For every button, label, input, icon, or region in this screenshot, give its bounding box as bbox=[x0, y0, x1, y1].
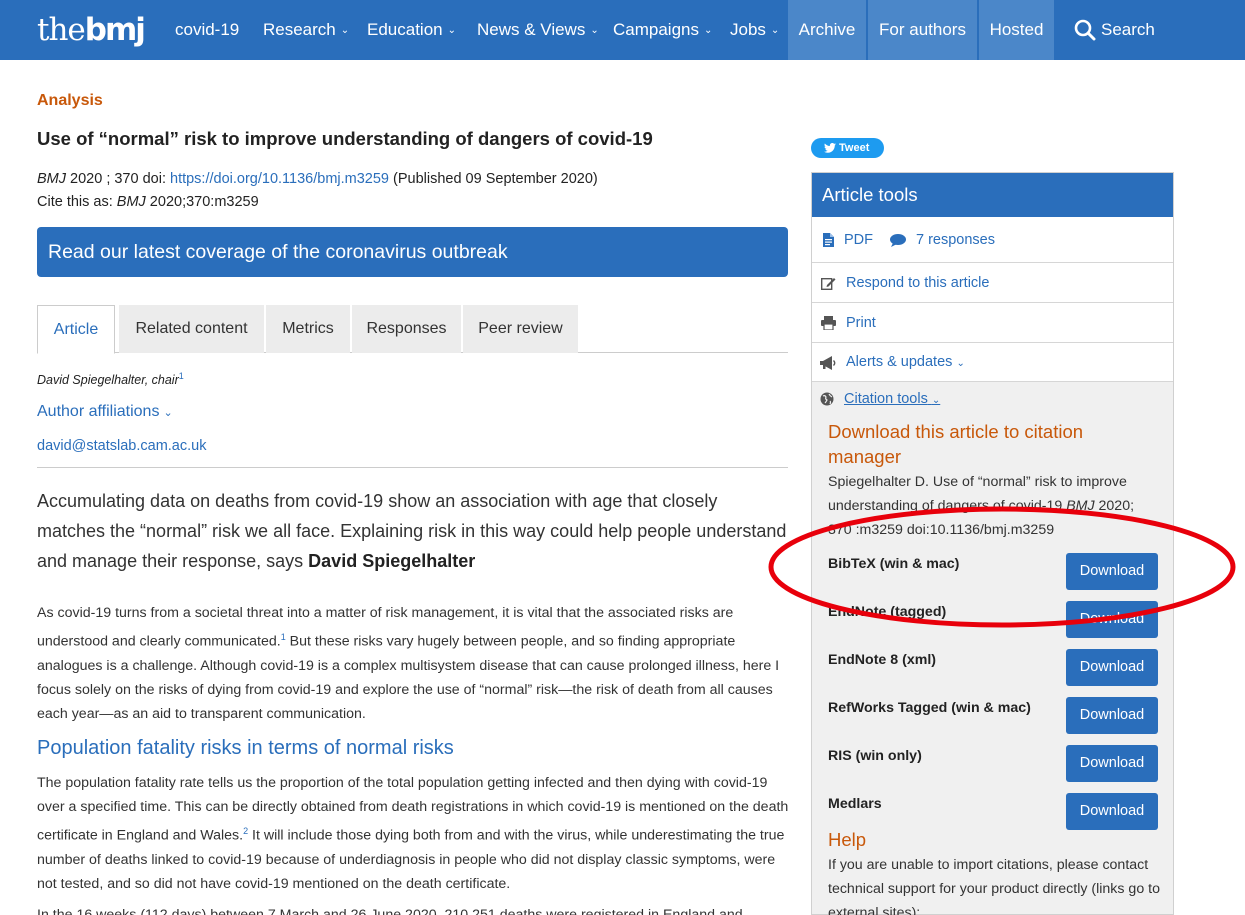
chevron-down-icon: ⌄ bbox=[956, 358, 965, 369]
nav-news-views[interactable]: News & Views ⌄ bbox=[477, 0, 599, 60]
format-label-bibtex: BibTeX (win & mac) bbox=[828, 556, 960, 572]
download-endnote-xml-button[interactable]: Download bbox=[1066, 649, 1158, 686]
citation-text: Spiegelhalter D. Use of “normal” risk to… bbox=[828, 474, 1135, 538]
tab-metrics[interactable]: Metrics bbox=[266, 305, 350, 353]
format-label-endnote-tagged: EndNote (tagged) bbox=[828, 604, 947, 620]
print-icon bbox=[820, 303, 836, 343]
search-button[interactable]: Search bbox=[1056, 0, 1245, 60]
help-text: If you are unable to import citations, p… bbox=[828, 857, 1160, 915]
alerts-link[interactable]: Alerts & updates ⌄ bbox=[846, 343, 965, 383]
responses-link[interactable]: 7 responses bbox=[916, 217, 995, 263]
comment-icon bbox=[890, 217, 906, 263]
covid-coverage-banner[interactable]: Read our latest coverage of the coronavi… bbox=[37, 227, 788, 277]
top-nav-bar: thebmj covid-19 Research ⌄ Education ⌄ New… bbox=[0, 0, 1245, 60]
tab-article[interactable]: Article bbox=[37, 305, 115, 354]
chevron-down-icon: ⌄ bbox=[770, 25, 780, 36]
article-tools-panel: Article tools PDF 7 responses Respond to… bbox=[811, 172, 1174, 915]
body-paragraph: As covid-19 turns from a societal threat… bbox=[37, 605, 780, 722]
chevron-down-icon: ⌄ bbox=[163, 407, 173, 419]
tab-related-content[interactable]: Related content bbox=[119, 305, 264, 353]
chevron-down-icon: ⌄ bbox=[590, 25, 599, 36]
article-meta: BMJ 2020 ; 370 doi: https://doi.org/10.1… bbox=[37, 171, 598, 210]
chevron-down-icon: ⌄ bbox=[704, 25, 713, 36]
search-icon bbox=[1074, 19, 1096, 41]
standfirst: Accumulating data on deaths from covid-1… bbox=[37, 491, 787, 571]
tab-peer-review[interactable]: Peer review bbox=[463, 305, 578, 353]
bmj-logo[interactable]: thebmj bbox=[37, 10, 146, 50]
download-bibtex-button[interactable]: Download bbox=[1066, 553, 1158, 590]
tools-row-print[interactable]: Print bbox=[812, 303, 1173, 343]
citation-tools-toggle[interactable]: Citation tools ⌄ bbox=[844, 391, 940, 407]
nav-covid-19[interactable]: covid-19 bbox=[175, 0, 239, 60]
chevron-down-icon: ⌄ bbox=[931, 395, 941, 406]
format-label-refworks: RefWorks Tagged (win & mac) bbox=[828, 700, 1031, 716]
nav-for-authors[interactable]: For authors bbox=[868, 0, 977, 60]
author-line: David Spiegelhalter, chair1 bbox=[37, 371, 184, 388]
format-label-medlars: Medlars bbox=[828, 796, 882, 812]
download-refworks-button[interactable]: Download bbox=[1066, 697, 1158, 734]
section-heading: Population fatality risks in terms of no… bbox=[37, 737, 454, 759]
tools-row-alerts[interactable]: Alerts & updates ⌄ bbox=[812, 343, 1173, 382]
help-title: Help bbox=[828, 829, 867, 850]
nav-research[interactable]: Research ⌄ bbox=[263, 0, 349, 60]
article-title: Use of “normal” risk to improve understa… bbox=[37, 128, 653, 149]
body-paragraph: In the 16 weeks (112 days) between 7 Mar… bbox=[37, 907, 743, 915]
author-email-link[interactable]: david@statslab.cam.ac.uk bbox=[37, 438, 206, 454]
article-tools-title: Article tools bbox=[812, 173, 1173, 217]
download-citation-title: Download this article to citation manage… bbox=[828, 421, 1084, 467]
download-medlars-button[interactable]: Download bbox=[1066, 793, 1158, 830]
format-label-ris: RIS (win only) bbox=[828, 748, 922, 764]
respond-link[interactable]: Respond to this article bbox=[846, 263, 989, 303]
globe-icon bbox=[820, 392, 834, 411]
search-label: Search bbox=[1101, 20, 1155, 39]
chevron-down-icon: ⌄ bbox=[340, 25, 350, 36]
tools-row-respond[interactable]: Respond to this article bbox=[812, 263, 1173, 303]
body-paragraph: The population fatality rate tells us th… bbox=[37, 775, 789, 892]
article-type: Analysis bbox=[37, 92, 103, 109]
megaphone-icon bbox=[820, 343, 836, 382]
author-affiliations-toggle[interactable]: Author affiliations ⌄ bbox=[37, 403, 173, 421]
pdf-icon bbox=[820, 217, 836, 263]
edit-icon bbox=[820, 263, 836, 303]
article-tabs: Article Related content Metrics Response… bbox=[37, 305, 788, 354]
print-link[interactable]: Print bbox=[846, 303, 876, 343]
download-ris-button[interactable]: Download bbox=[1066, 745, 1158, 782]
nav-hosted[interactable]: Hosted bbox=[979, 0, 1054, 60]
nav-campaigns[interactable]: Campaigns ⌄ bbox=[613, 0, 712, 60]
chevron-down-icon: ⌄ bbox=[447, 25, 457, 36]
twitter-icon bbox=[824, 143, 836, 153]
tweet-button[interactable]: Tweet bbox=[811, 138, 884, 158]
divider bbox=[37, 467, 788, 468]
doi-link[interactable]: https://doi.org/10.1136/bmj.m3259 bbox=[170, 171, 389, 187]
download-endnote-tagged-button[interactable]: Download bbox=[1066, 601, 1158, 638]
tools-row-pdf: PDF 7 responses bbox=[812, 217, 1173, 263]
format-label-endnote-xml: EndNote 8 (xml) bbox=[828, 652, 936, 668]
nav-jobs[interactable]: Jobs ⌄ bbox=[730, 0, 779, 60]
nav-education[interactable]: Education ⌄ bbox=[367, 0, 456, 60]
pdf-link[interactable]: PDF bbox=[844, 217, 873, 263]
tab-responses[interactable]: Responses bbox=[352, 305, 461, 353]
nav-archive[interactable]: Archive bbox=[788, 0, 866, 60]
